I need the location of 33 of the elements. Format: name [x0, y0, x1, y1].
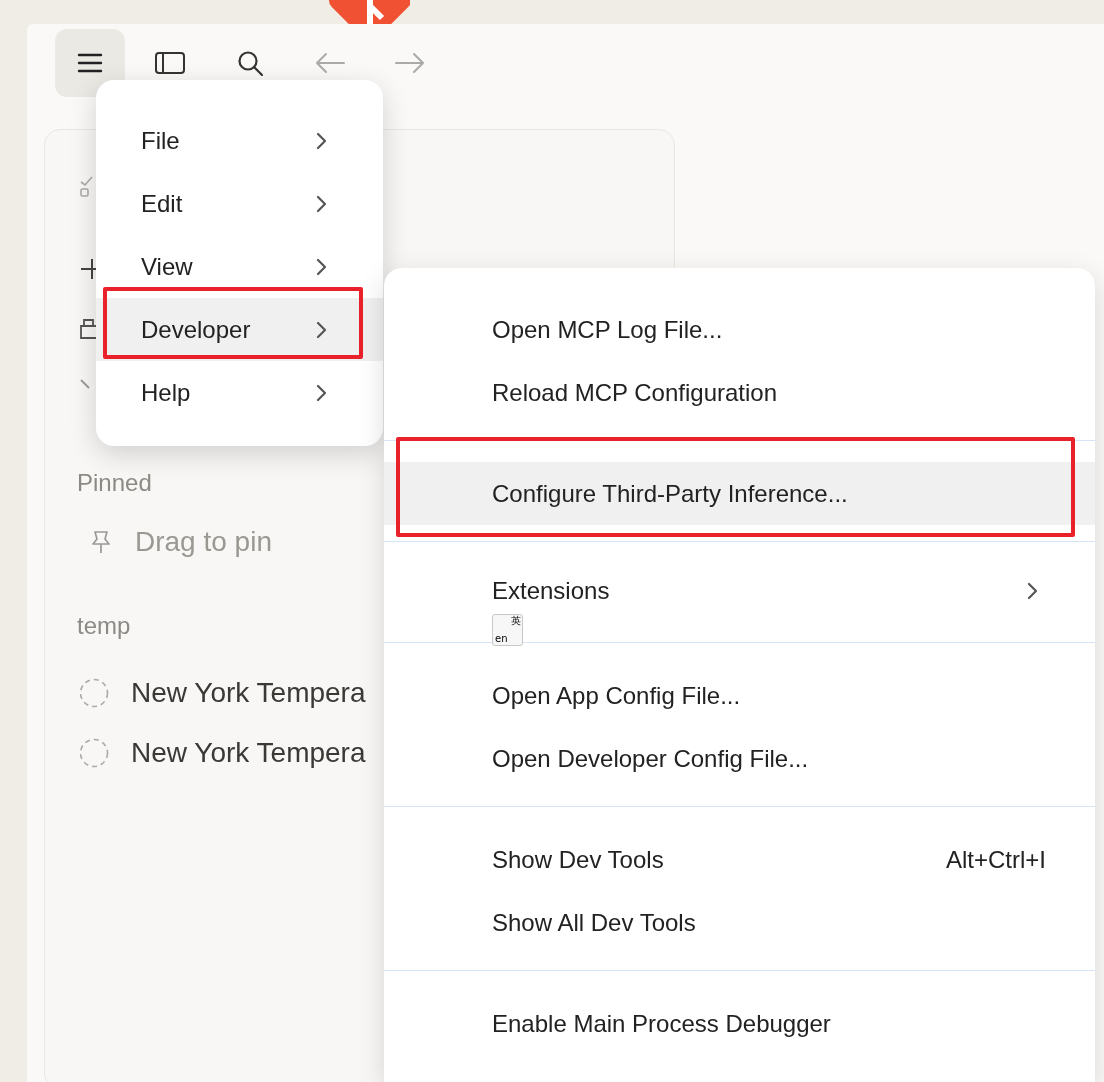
chat-item[interactable]: New York Tempera [131, 677, 366, 709]
checklist-icon [80, 176, 93, 197]
forward-arrow-icon [395, 52, 425, 74]
menu-item[interactable]: Open MCP Log File... [384, 298, 1095, 361]
pin-hint: Drag to pin [135, 526, 272, 558]
menu-item[interactable]: Show All Dev Tools [384, 891, 1095, 954]
menu-item[interactable]: Open Developer Config File... [384, 727, 1095, 790]
sidebar-icon [155, 52, 185, 74]
dashed-circle-icon [79, 678, 109, 708]
dashed-circle-icon [79, 738, 109, 768]
chat-item[interactable]: New York Tempera [131, 737, 366, 769]
menu-item[interactable]: Help [96, 361, 383, 424]
menu-item[interactable]: Configure Third-Party Inference... [384, 462, 1095, 525]
menu-item[interactable]: Developer [96, 298, 383, 361]
menu-item[interactable]: Extensions [384, 563, 1095, 614]
search-icon [237, 50, 263, 76]
shortcut-label: Alt+Ctrl+I [945, 845, 1046, 874]
menu-item[interactable]: Enable Main Process Debugger [384, 992, 1095, 1055]
section-heading: temp [77, 611, 131, 641]
pin-icon [91, 530, 111, 554]
menu-item[interactable]: View [96, 235, 383, 298]
input-method-indicator: 英 en [492, 614, 523, 646]
menu-item[interactable]: Show Dev Tools Alt+Ctrl+I [384, 828, 1095, 891]
menu-button[interactable] [55, 29, 125, 97]
folder-icon [80, 319, 96, 339]
menu-item[interactable]: Reload MCP Configuration [384, 361, 1095, 424]
plus-icon [80, 259, 96, 279]
menu-item[interactable]: File [96, 109, 383, 172]
menu-item[interactable]: Edit [96, 172, 383, 235]
menu-icon [77, 52, 103, 74]
menu-item[interactable]: Open App Config File... [384, 664, 1095, 727]
back-arrow-icon [315, 52, 345, 74]
section-heading: Pinned [77, 468, 152, 498]
